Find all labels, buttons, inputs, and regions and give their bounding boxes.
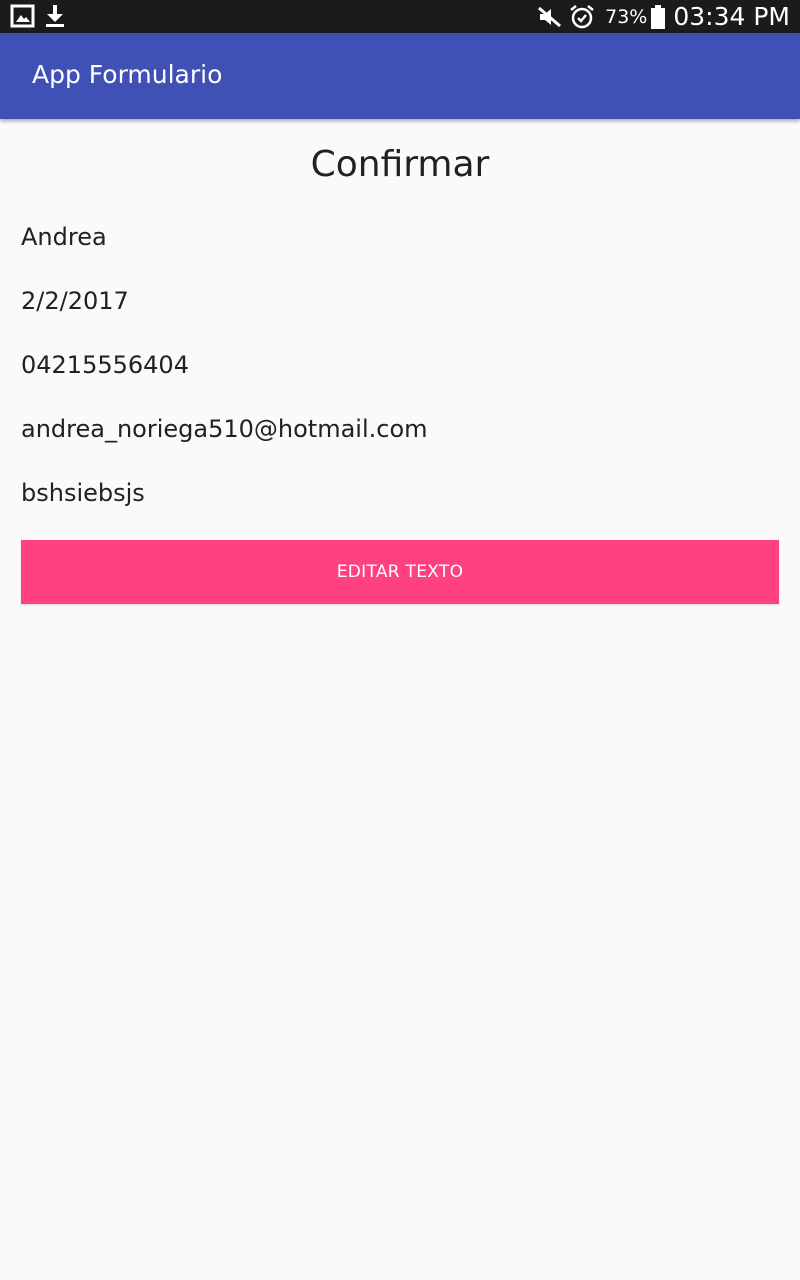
battery-icon <box>651 4 666 29</box>
email-value: andrea_noriega510@hotmail.com <box>21 415 428 443</box>
alarm-icon <box>569 4 595 30</box>
status-left-icons <box>10 4 66 28</box>
battery-percent: 73% <box>605 5 648 28</box>
date-value: 2/2/2017 <box>21 287 129 315</box>
main-content: Confirmar Andrea 2/2/2017 04215556404 an… <box>0 119 800 1280</box>
app-bar: App Formulario <box>0 33 800 119</box>
status-right-icons: 73% 03:34 PM <box>537 0 790 33</box>
page-title: Confirmar <box>310 144 490 185</box>
edit-text-button[interactable]: EDITAR TEXTO <box>21 540 779 604</box>
description-value: bshsiebsjs <box>21 479 145 507</box>
phone-value: 04215556404 <box>21 351 189 379</box>
app-title: App Formulario <box>32 60 223 89</box>
name-value: Andrea <box>21 223 107 251</box>
status-bar: 73% 03:34 PM <box>0 0 800 33</box>
download-icon <box>44 4 66 28</box>
gallery-icon <box>10 4 36 28</box>
mute-icon <box>537 5 563 29</box>
status-clock: 03:34 PM <box>673 2 790 31</box>
